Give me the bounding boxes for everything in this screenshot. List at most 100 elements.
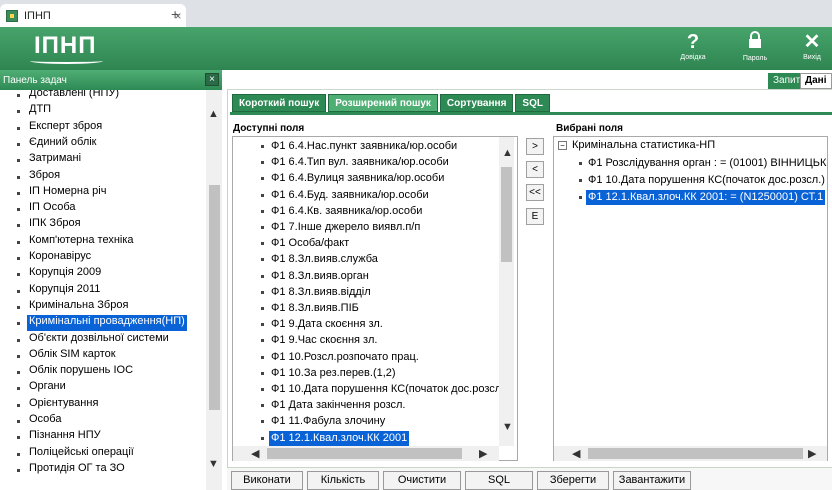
browser-tab[interactable]: ІПНП ×: [0, 4, 186, 27]
search-tab[interactable]: Сортування: [439, 94, 514, 112]
taskbar-item[interactable]: Протидія ОГ та ЗО: [27, 462, 127, 478]
search-tab[interactable]: Розширений пошук: [328, 94, 438, 112]
remove-all-button[interactable]: <<: [526, 184, 544, 201]
edit-field-button[interactable]: E: [526, 208, 544, 225]
taskbar-item[interactable]: Корупція 2009: [27, 266, 103, 282]
scroll-right-icon[interactable]: ▶: [479, 447, 487, 460]
scroll-thumb[interactable]: [209, 185, 220, 410]
available-field-item[interactable]: Ф1 7.Інше джерело виявл.п/п: [269, 220, 422, 235]
query-input[interactable]: [227, 72, 727, 88]
bullet-icon: [261, 355, 264, 359]
taskbar-close-icon[interactable]: ×: [205, 73, 219, 86]
scroll-thumb[interactable]: [501, 167, 512, 262]
bullet-icon: [17, 240, 20, 244]
taskbar-item[interactable]: ІПК Зброя: [27, 217, 83, 233]
save-button[interactable]: Зберегти: [537, 471, 609, 490]
bullet-icon: [261, 177, 264, 181]
available-field-item[interactable]: Ф1 8.Зл.вияв.служба: [269, 252, 380, 267]
search-tab[interactable]: Короткий пошук: [232, 94, 327, 112]
bullet-icon: [17, 110, 20, 114]
lock-icon: [735, 31, 775, 54]
taskbar-item[interactable]: Доставлені (НПУ): [27, 90, 121, 103]
search-tab[interactable]: SQL: [515, 94, 550, 112]
available-field-item[interactable]: Ф1 6.4.Нас.пункт заявника/юр.особи: [269, 139, 459, 154]
taskbar-item[interactable]: Облік порушень ІОС: [27, 364, 135, 380]
execute-button[interactable]: Виконати: [231, 471, 303, 490]
taskbar-item[interactable]: Затримані: [27, 152, 83, 168]
available-field-item[interactable]: Ф1 8.Зл.вияв.відділ: [269, 285, 373, 300]
taskbar-item[interactable]: Органи: [27, 380, 68, 396]
selected-hscroll[interactable]: ◀ ▶: [554, 446, 827, 461]
selected-field-item[interactable]: Ф1 Розслідування орган : = (01001) ВІННИ…: [586, 156, 827, 171]
help-button[interactable]: ? Довідка: [673, 31, 713, 63]
taskbar-item[interactable]: Орієнтування: [27, 397, 100, 413]
scroll-left-icon[interactable]: ◀: [251, 447, 259, 460]
taskbar-item[interactable]: Зброя: [27, 169, 62, 185]
bullet-icon: [579, 179, 582, 182]
taskbar-item[interactable]: Корупція 2011: [27, 283, 102, 299]
load-button[interactable]: Завантажити: [613, 471, 691, 490]
bullet-icon: [17, 208, 20, 212]
add-field-button[interactable]: >: [526, 138, 544, 155]
taskbar-scrollbar[interactable]: ▲ ▼: [206, 90, 222, 490]
scroll-left-icon[interactable]: ◀: [572, 447, 580, 460]
taskbar-item[interactable]: Облік SIM карток: [27, 348, 118, 364]
available-field-item[interactable]: Ф1 6.4.Тип вул. заявника/юр.особи: [269, 155, 451, 170]
search-tabs: Короткий пошук Розширений пошук Сортування…: [232, 94, 550, 112]
clear-button[interactable]: Очистити: [383, 471, 461, 490]
scroll-thumb[interactable]: [588, 448, 803, 459]
remove-field-button[interactable]: <: [526, 161, 544, 178]
taskbar-item[interactable]: Комп'ютерна техніка: [27, 234, 136, 250]
available-field-item[interactable]: Ф1 8.Зл.вияв.ПІБ: [269, 301, 361, 316]
data-button[interactable]: Дані: [800, 73, 832, 89]
available-field-item[interactable]: Ф1 8.Зл.вияв.орган: [269, 269, 371, 284]
taskbar-item[interactable]: Кримінальна Зброя: [27, 299, 130, 315]
bullet-icon: [261, 323, 264, 327]
taskbar-item[interactable]: ІП Особа: [27, 201, 77, 217]
available-field-item[interactable]: Ф1 9.Дата скоєння зл.: [269, 317, 385, 332]
taskbar-item[interactable]: Пізнання НПУ: [27, 429, 103, 445]
taskbar-item[interactable]: Єдиний облік: [27, 136, 99, 152]
new-tab-icon[interactable]: +: [171, 6, 179, 22]
taskbar-item[interactable]: Коронавірус: [27, 250, 93, 266]
taskbar-item[interactable]: Особа: [27, 413, 63, 429]
available-field-item[interactable]: Ф1 6.4.Буд. заявника/юр.особи: [269, 188, 431, 203]
scroll-down-icon[interactable]: ▼: [502, 421, 513, 433]
available-hscroll[interactable]: ◀ ▶: [233, 446, 499, 461]
available-field-item[interactable]: Ф1 11.Фабула злочину: [269, 414, 387, 429]
taskbar-item[interactable]: ІП Номерна річ: [27, 185, 108, 201]
taskbar-item[interactable]: Поліцейські операції: [27, 446, 136, 462]
available-field-item[interactable]: Ф1 10.Розсл.розпочато прац.: [269, 350, 421, 365]
scroll-up-icon[interactable]: ▲: [208, 108, 219, 120]
available-field-item[interactable]: Ф1 Дата закінчення розсл.: [269, 398, 407, 413]
selected-fields-tree[interactable]: Кримінальна статистика-НП Ф1 Розслідуванн…: [553, 136, 828, 461]
selected-field-item[interactable]: Ф1 12.1.Квал.злоч.КК 2001: = (N1250001) …: [586, 190, 826, 205]
bullet-icon: [17, 436, 20, 440]
available-field-item[interactable]: Ф1 6.4.Кв. заявника/юр.особи: [269, 204, 424, 219]
taskbar-item[interactable]: Об'єкти дозвільної системи: [27, 332, 171, 348]
scroll-thumb[interactable]: [267, 448, 462, 459]
available-vscroll[interactable]: ▲ ▼: [499, 137, 514, 446]
app-favicon-icon: [6, 9, 18, 22]
bullet-icon: [261, 339, 264, 343]
taskbar-item[interactable]: Експерт зброя: [27, 120, 104, 136]
selected-field-item[interactable]: Ф1 10.Дата порушення КС(початок дос.розс…: [586, 173, 827, 188]
scroll-right-icon[interactable]: ▶: [808, 447, 816, 460]
count-button[interactable]: Кількість: [307, 471, 379, 490]
scroll-up-icon[interactable]: ▲: [502, 147, 513, 159]
available-field-item[interactable]: Ф1 9.Час скоєння зл.: [269, 333, 379, 348]
available-field-item[interactable]: Ф1 12.1.Квал.злоч.КК 2001: [269, 430, 410, 446]
available-field-item[interactable]: Ф1 Особа/факт: [269, 236, 351, 251]
taskbar-item[interactable]: ДТП: [27, 103, 53, 119]
exit-button[interactable]: ✕ Вихід: [792, 31, 832, 63]
available-fields-list[interactable]: Ф1 6.4.Нас.пункт заявника/юр.особи Ф1 6.4…: [232, 136, 518, 461]
available-field-item[interactable]: Ф1 10.Дата порушення КС(початок дос.розс…: [269, 382, 503, 397]
password-button[interactable]: Пароль: [735, 31, 775, 64]
tree-root-label[interactable]: Кримінальна статистика-НП: [570, 138, 717, 153]
available-field-item[interactable]: Ф1 10.За рез.перев.(1,2): [269, 366, 398, 381]
available-field-item[interactable]: Ф1 6.4.Вулиця заявника/юр.особи: [269, 171, 446, 186]
tree-collapse-icon[interactable]: −: [558, 141, 567, 150]
sql-button[interactable]: SQL: [465, 471, 533, 490]
taskbar-item[interactable]: Кримінальні провадження(НП): [27, 315, 187, 332]
scroll-down-icon[interactable]: ▼: [208, 458, 219, 470]
